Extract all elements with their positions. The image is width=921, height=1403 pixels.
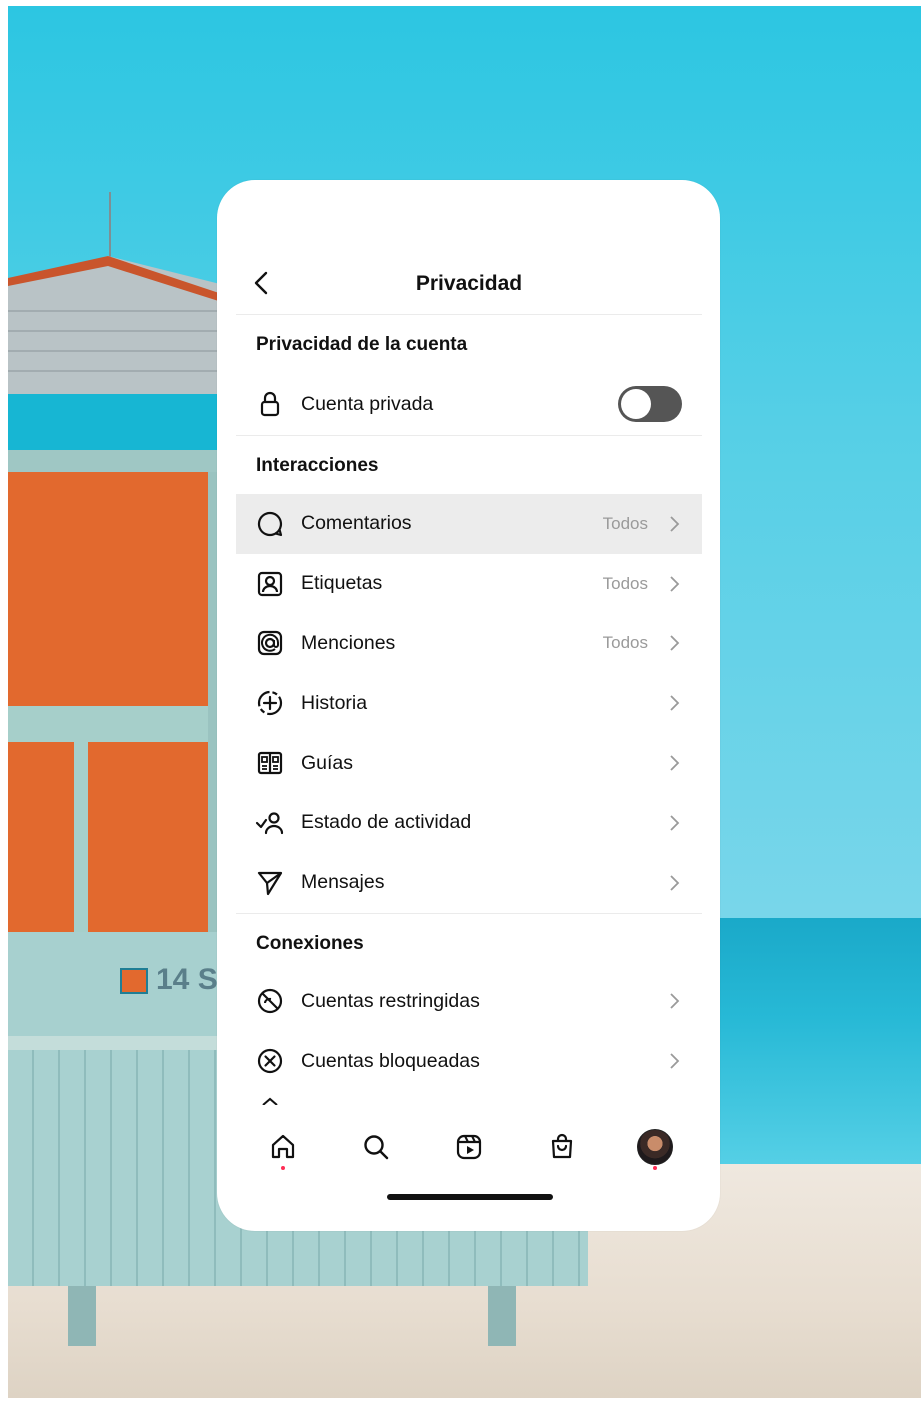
hut-sign: 14 S xyxy=(120,963,230,997)
chevron-right-icon xyxy=(670,576,680,592)
section-title-connections: Conexiones xyxy=(256,932,364,954)
row-value: Todos xyxy=(602,513,648,533)
row-story[interactable]: Historia xyxy=(236,673,702,733)
row-label: Cuentas bloqueadas xyxy=(301,1049,480,1072)
lock-icon xyxy=(255,389,285,419)
section-title-interactions: Interacciones xyxy=(256,455,379,476)
tab-home[interactable] xyxy=(263,1124,303,1170)
chevron-right-icon xyxy=(670,635,680,652)
home-indicator xyxy=(387,1194,553,1200)
row-guides[interactable]: Guías xyxy=(236,733,702,793)
bottom-tab-bar xyxy=(236,1117,702,1177)
home-icon xyxy=(271,1134,294,1159)
hut-roof xyxy=(8,256,228,396)
row-label: Estado de actividad xyxy=(301,811,472,834)
nav-header: Privacidad xyxy=(236,258,702,315)
row-restricted-accounts[interactable]: Cuentas restringidas xyxy=(236,972,702,1032)
partial-row-icon xyxy=(262,1097,278,1106)
row-label: Historia xyxy=(301,691,368,714)
row-label: Comentarios xyxy=(301,512,412,535)
mention-icon xyxy=(255,628,285,658)
guides-icon xyxy=(255,748,285,778)
avatar xyxy=(637,1129,674,1165)
toggle-knob xyxy=(621,389,651,419)
chevron-right-icon xyxy=(670,1053,680,1069)
row-label: Cuentas restringidas xyxy=(301,989,480,1012)
activity-status-icon xyxy=(255,808,285,838)
row-label: Mensajes xyxy=(301,871,385,894)
chevron-right-icon xyxy=(670,875,680,891)
notification-dot xyxy=(653,1166,658,1170)
hut-antenna xyxy=(109,192,111,262)
row-label: Etiquetas xyxy=(301,572,383,595)
chevron-right-icon xyxy=(670,516,680,532)
row-messages[interactable]: Mensajes xyxy=(236,853,702,913)
comment-icon xyxy=(255,509,285,539)
chevron-right-icon xyxy=(670,993,680,1010)
hut-sign-flag xyxy=(120,968,148,995)
row-comments[interactable]: Comentarios Todos xyxy=(236,494,702,554)
page-title: Privacidad xyxy=(415,272,523,295)
restricted-icon xyxy=(255,986,285,1016)
row-label: Guías xyxy=(301,751,354,774)
hut-eave xyxy=(8,394,228,450)
row-activity-status[interactable]: Estado de actividad xyxy=(236,793,702,853)
next-row-peek xyxy=(236,1091,702,1106)
row-private-account: Cuenta privada xyxy=(236,373,702,435)
private-account-label: Cuenta privada xyxy=(301,392,434,415)
hut-wall-top xyxy=(8,450,228,472)
hut-leg xyxy=(488,1286,516,1346)
tag-person-icon xyxy=(255,569,285,599)
row-blocked-accounts[interactable]: Cuentas bloqueadas xyxy=(236,1031,702,1091)
row-mentions[interactable]: Menciones Todos xyxy=(236,614,702,674)
chevron-right-icon xyxy=(670,815,680,831)
tab-shop[interactable] xyxy=(542,1124,582,1170)
row-value: Todos xyxy=(602,633,648,653)
hut-sign-text: 14 S xyxy=(156,963,218,996)
notification-dot xyxy=(280,1166,285,1170)
blocked-icon xyxy=(255,1046,285,1076)
privacy-screen: Privacidad Privacidad de la cuenta Cuent… xyxy=(236,258,702,1106)
row-tags[interactable]: Etiquetas Todos xyxy=(236,554,702,614)
hut-door xyxy=(8,472,218,932)
phone-screen-card: Privacidad Privacidad de la cuenta Cuent… xyxy=(217,180,720,1231)
story-add-icon xyxy=(255,688,285,718)
shop-icon xyxy=(552,1133,573,1159)
tab-profile[interactable] xyxy=(635,1124,675,1170)
chevron-right-icon xyxy=(670,695,680,711)
chevron-right-icon xyxy=(670,755,680,771)
hut-post xyxy=(74,706,88,936)
hut-rail xyxy=(8,706,223,742)
row-value: Todos xyxy=(602,573,648,593)
section-title-account: Privacidad de la cuenta xyxy=(256,334,468,355)
hut-leg xyxy=(68,1286,96,1346)
tab-reels[interactable] xyxy=(449,1124,489,1170)
row-label: Menciones xyxy=(301,631,396,654)
tab-search[interactable] xyxy=(356,1124,396,1170)
search-icon xyxy=(364,1135,388,1160)
reels-icon xyxy=(456,1134,482,1160)
send-icon xyxy=(255,868,285,898)
private-account-toggle[interactable] xyxy=(618,386,682,422)
